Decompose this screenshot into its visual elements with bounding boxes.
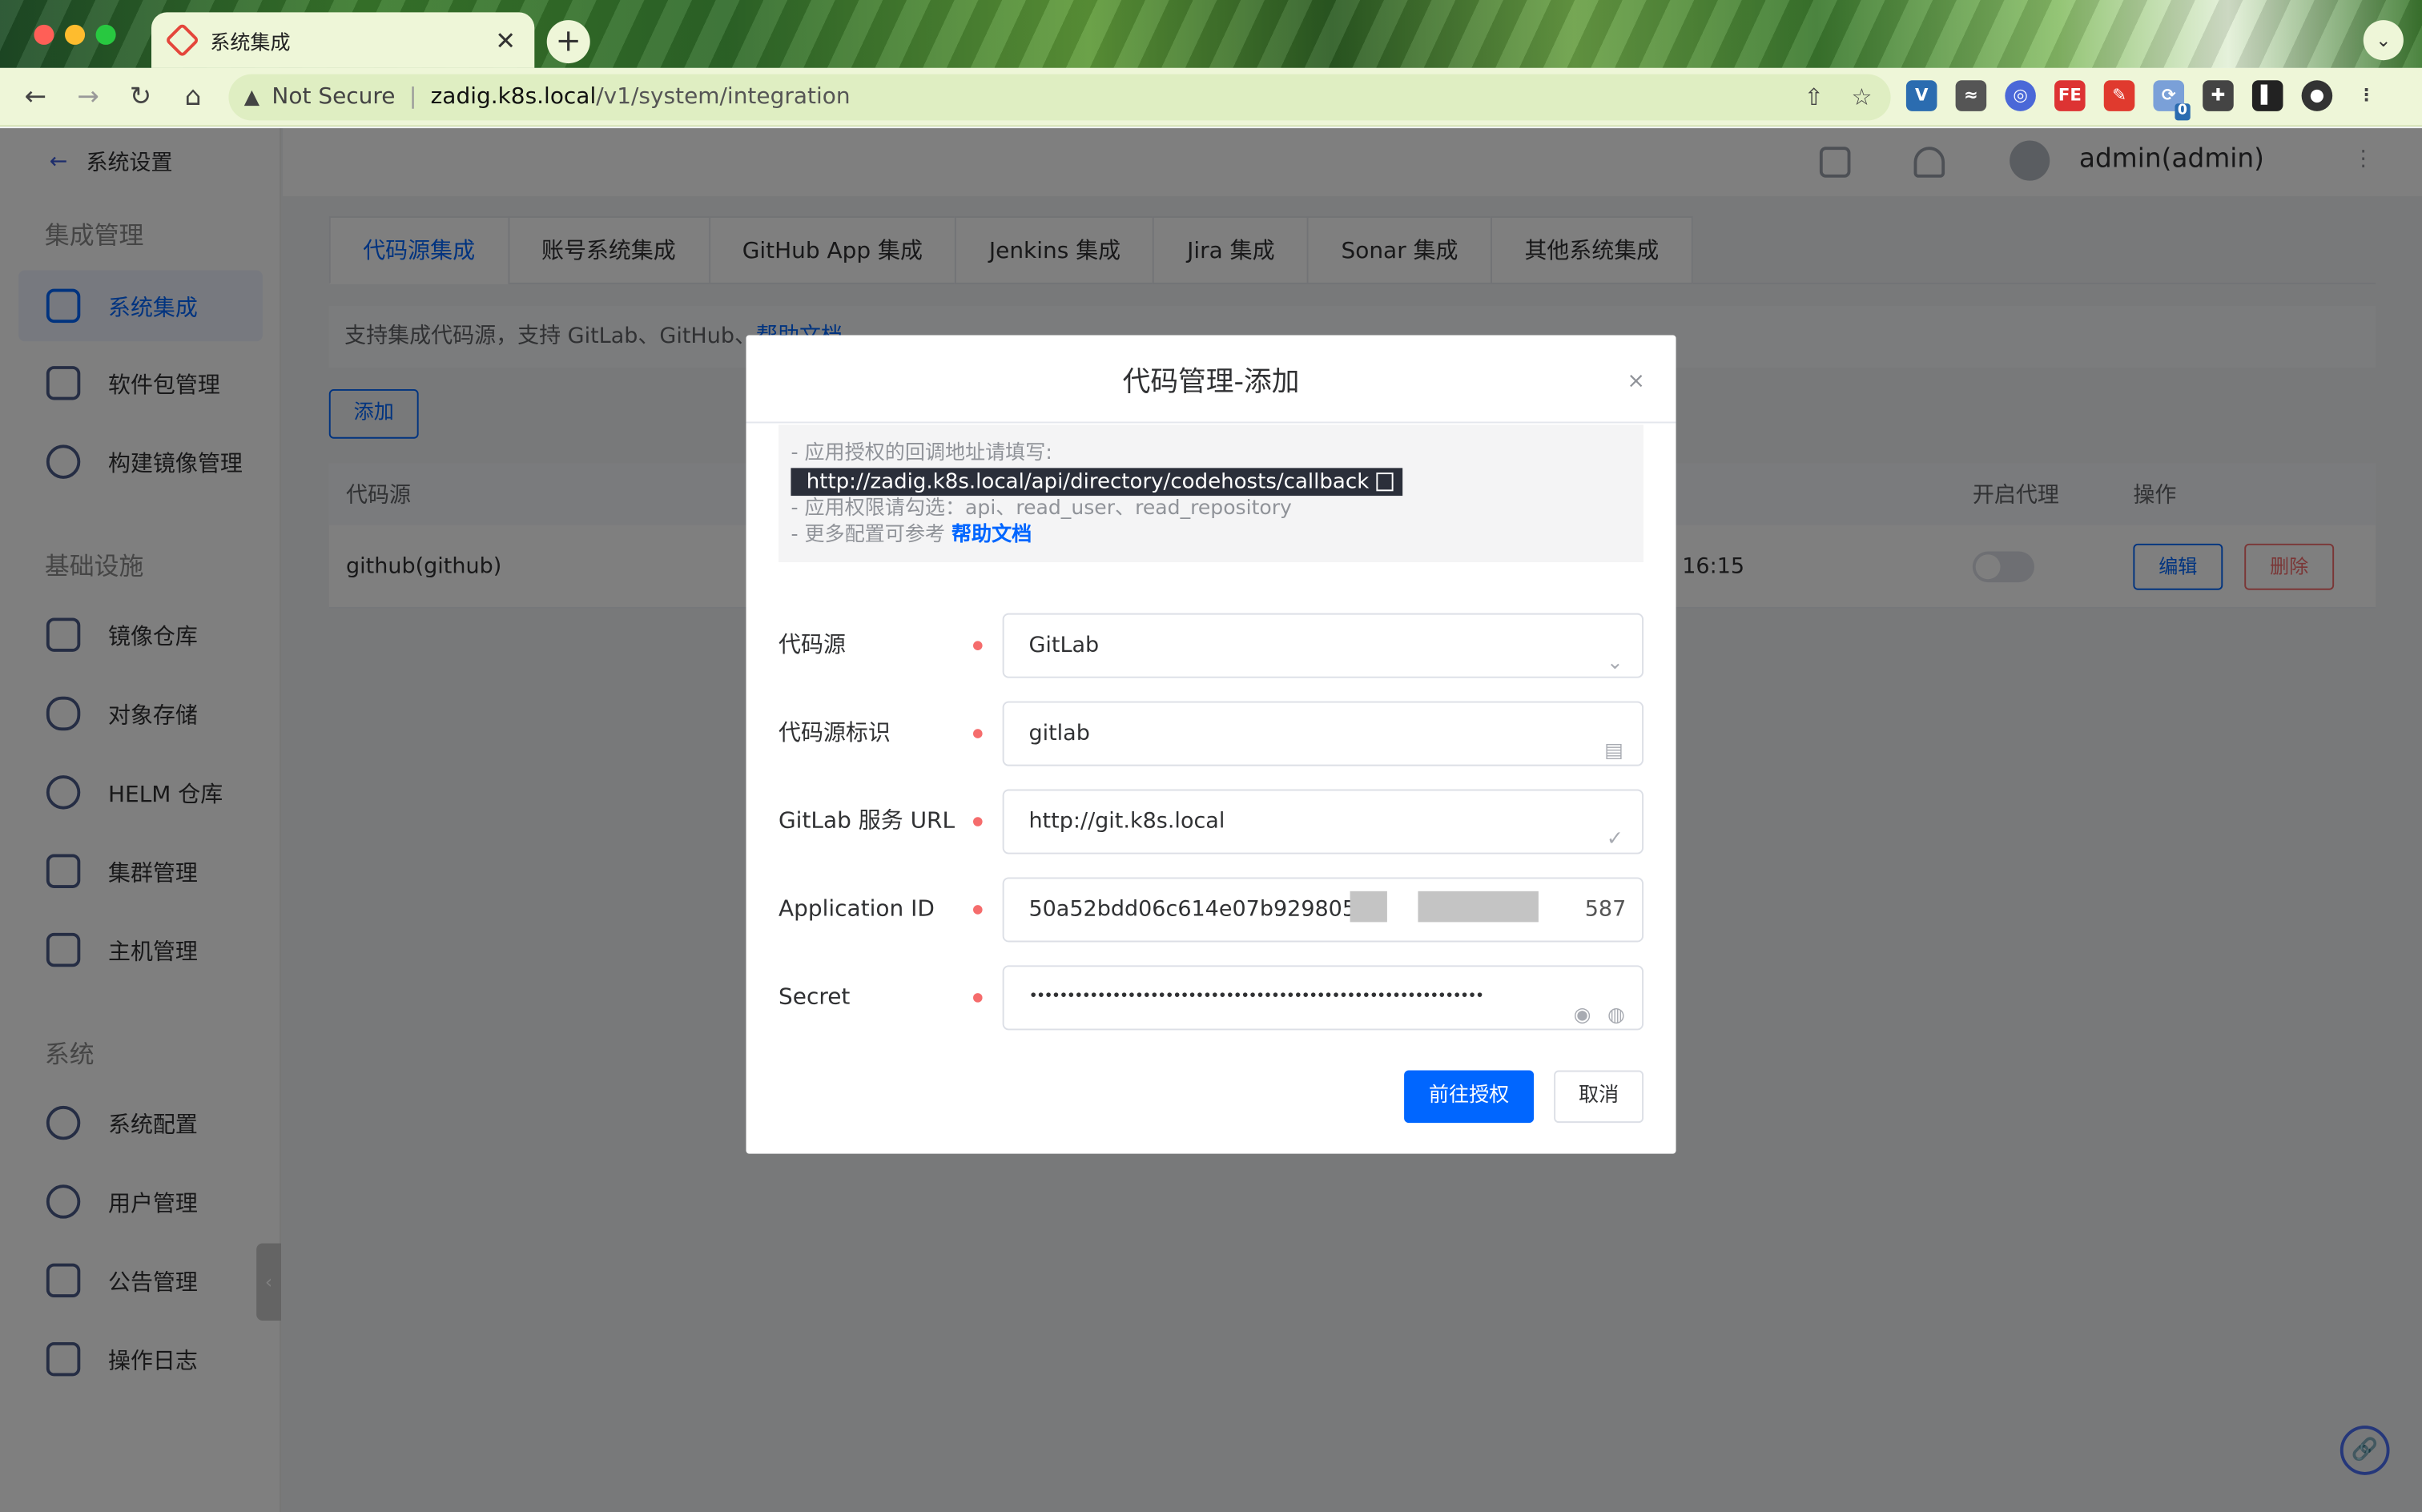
hint-line-2: - 应用权限请勾选：api、read_user、read_repository [791, 497, 1292, 521]
ext-graph-icon[interactable]: ≈ [1955, 80, 1987, 111]
window-zoom-button[interactable] [95, 24, 116, 45]
bookmark-star-icon[interactable]: ☆ [1852, 83, 1873, 111]
tab-title: 系统集成 [210, 31, 291, 55]
secret-input[interactable]: ••••••••••••••••••••••••••••••••••••••••… [1002, 965, 1644, 1031]
field-secret: Secret •••••••••••••••••••••••••••••••••… [778, 965, 1644, 1031]
browser-tab-strip: 系统集成 ✕ + ⌄ [0, 0, 2422, 68]
address-bar[interactable]: ▲ Not Secure | zadig.k8s.local /v1/syste… [228, 74, 1891, 121]
field-gitlab-url: GitLab 服务 URL http://git.k8s.local ✓ [778, 789, 1644, 855]
redacted-block [1418, 891, 1539, 923]
authorize-button[interactable]: 前往授权 [1404, 1070, 1535, 1124]
ext-pen-icon[interactable]: ✎ [2103, 80, 2135, 111]
field-label: Secret [778, 985, 851, 1011]
warning-triangle-icon: ▲ [243, 86, 260, 109]
ext-compass-icon[interactable]: ◎ [2005, 80, 2036, 111]
hint-line-1: - 应用授权的回调地址请填写: [791, 441, 1052, 465]
browser-menu-icon[interactable]: ⋮ [2351, 80, 2382, 111]
side-panel-icon[interactable]: ▌ [2251, 80, 2283, 111]
home-icon[interactable]: ⌂ [167, 81, 219, 112]
tab-close-icon[interactable]: ✕ [495, 26, 516, 55]
input-value: ••••••••••••••••••••••••••••••••••••••••… [1028, 988, 1484, 1006]
address-divider: | [408, 85, 417, 110]
back-arrow-icon[interactable]: ← [10, 81, 62, 112]
password-key-icon[interactable]: ◍ [1607, 985, 1625, 1028]
reload-icon[interactable]: ↻ [115, 81, 167, 112]
ext-sync-icon[interactable]: ⟳ 0 [2153, 80, 2191, 121]
field-label: Application ID [778, 897, 935, 923]
callback-url[interactable]: http://zadig.k8s.local/api/directory/cod… [791, 468, 1403, 497]
field-code-source: 代码源 GitLab ⌄ [778, 613, 1644, 678]
input-value: 50a52bdd06c614e07b9298053 [1028, 897, 1370, 923]
redacted-block [1350, 891, 1387, 923]
input-value: http://git.k8s.local [1028, 809, 1225, 834]
input-value-tail: 587 [1584, 897, 1627, 923]
browser-tab[interactable]: 系统集成 ✕ [151, 12, 535, 68]
callback-url-text: http://zadig.k8s.local/api/directory/cod… [806, 468, 1370, 494]
select-value: GitLab [1028, 633, 1100, 658]
callback-hint: - 应用授权的回调地址请填写: http://zadig.k8s.local/a… [778, 424, 1644, 563]
tab-search-chevron-icon[interactable]: ⌄ [2363, 20, 2404, 61]
required-dot [973, 993, 983, 1003]
cancel-button[interactable]: 取消 [1554, 1070, 1644, 1124]
id-card-icon: ▤ [1604, 739, 1623, 763]
zadig-favicon-icon [164, 22, 200, 58]
add-code-source-dialog: 代码管理-添加 × - 应用授权的回调地址请填写: http://zadig.k… [746, 335, 1676, 1154]
code-source-id-input[interactable]: gitlab ▤ [1002, 701, 1644, 766]
dialog-divider [746, 421, 1676, 424]
extensions-bar: V ≈ ◎ FE ✎ ⟳ 0 ✚ ▌ ● ⋮ [1905, 80, 2382, 121]
window-minimize-button[interactable] [65, 24, 86, 45]
input-value: gitlab [1028, 721, 1090, 746]
gitlab-url-input[interactable]: http://git.k8s.local ✓ [1002, 789, 1644, 855]
close-icon[interactable]: × [1627, 369, 1645, 394]
field-application-id: Application ID 50a52bdd06c614e07b9298053… [778, 877, 1644, 943]
forward-arrow-icon[interactable]: → [62, 81, 115, 112]
security-label: Not Secure [272, 85, 396, 110]
field-label: 代码源 [778, 633, 846, 658]
application-id-input[interactable]: 50a52bdd06c614e07b9298053 587 [1002, 877, 1644, 943]
share-icon[interactable]: ⇧ [1804, 83, 1824, 111]
field-label: 代码源标识 [778, 721, 891, 746]
url-path: /v1/system/integration [596, 85, 851, 110]
chevron-down-icon: ⌄ [1606, 651, 1623, 675]
new-tab-button[interactable]: + [546, 20, 590, 64]
eye-icon[interactable]: ◉ [1574, 985, 1591, 1028]
vue-devtools-icon[interactable]: V [1905, 80, 1937, 111]
extensions-puzzle-icon[interactable]: ✚ [2203, 80, 2234, 111]
required-dot [973, 817, 983, 826]
url-host: zadig.k8s.local [430, 85, 597, 110]
hint-line-3: - 更多配置可参考 [791, 523, 952, 547]
required-dot [973, 905, 983, 915]
check-circle-icon: ✓ [1606, 827, 1623, 851]
required-dot [973, 729, 983, 738]
required-dot [973, 641, 983, 650]
field-label: GitLab 服务 URL [778, 809, 956, 834]
field-code-source-id: 代码源标识 gitlab ▤ [778, 701, 1644, 766]
copy-icon[interactable] [1376, 472, 1394, 492]
code-source-select[interactable]: GitLab ⌄ [1002, 613, 1644, 678]
ext-fe-icon[interactable]: FE [2054, 80, 2086, 111]
dialog-title: 代码管理-添加 [1122, 366, 1300, 399]
profile-avatar-icon[interactable]: ● [2301, 80, 2333, 111]
ext-badge: 0 [2174, 103, 2191, 121]
hint-help-link[interactable]: 帮助文档 [952, 524, 1032, 547]
window-close-button[interactable] [34, 24, 54, 45]
